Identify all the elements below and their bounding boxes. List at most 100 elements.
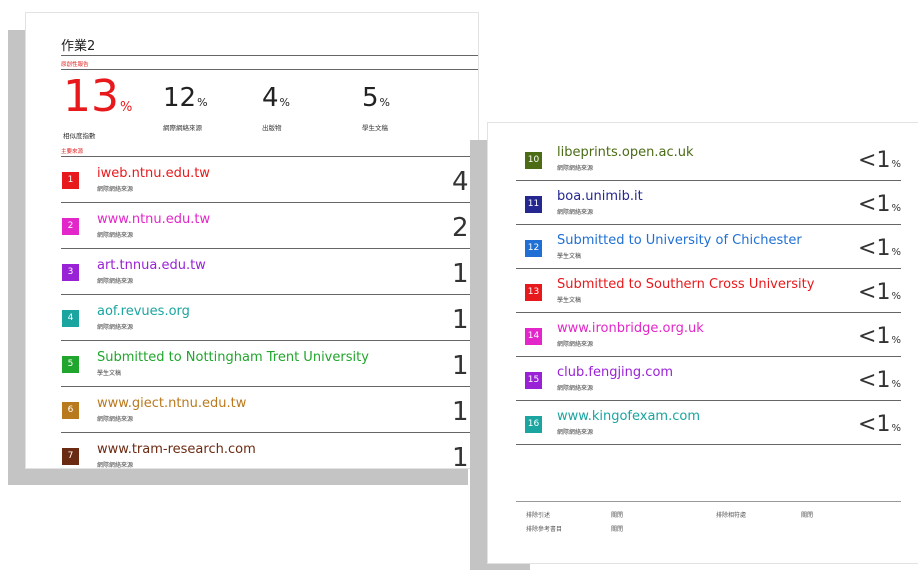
source-percentage-unit: % xyxy=(891,159,901,170)
source-number-badge: 3 xyxy=(62,264,79,281)
source-percentage-unit: % xyxy=(891,291,901,302)
internet-sources-stat: 12% 網際網絡來源 xyxy=(163,83,208,132)
internet-sources-value: 12 xyxy=(163,83,197,113)
student-papers-value: 5 xyxy=(362,83,379,113)
source-row: 4 aof.revues.org 網際網絡來源 1% xyxy=(61,295,478,341)
source-type: 網際網絡來源 xyxy=(97,232,134,239)
source-percentage-value: <1 xyxy=(858,192,891,217)
source-number-badge: 11 xyxy=(525,196,542,213)
source-number-badge: 10 xyxy=(525,152,542,169)
student-papers-label: 學生文稿 xyxy=(362,124,388,132)
source-number-badge: 2 xyxy=(62,218,79,235)
source-type: 網際網絡來源 xyxy=(97,186,134,193)
publications-label: 出版物 xyxy=(262,124,282,132)
exclude-bibliography-value: 關閉 xyxy=(611,526,624,533)
source-percentage-unit: % xyxy=(891,247,901,258)
source-type: 網際網絡來源 xyxy=(557,341,594,348)
source-type: 網際網絡來源 xyxy=(97,324,134,331)
source-link[interactable]: www.giect.ntnu.edu.tw xyxy=(97,396,246,411)
source-link[interactable]: libeprints.open.ac.uk xyxy=(557,145,694,160)
source-percentage-value: <1 xyxy=(858,280,891,305)
source-link[interactable]: Submitted to Southern Cross University xyxy=(557,277,814,292)
source-percentage-value: 4 xyxy=(451,167,469,197)
source-number-badge: 6 xyxy=(62,402,79,419)
source-type: 學生文稿 xyxy=(557,297,582,304)
source-link[interactable]: www.tram-research.com xyxy=(97,442,256,457)
similarity-index-label: 相似度指數 xyxy=(63,132,96,140)
title-rule xyxy=(61,55,478,56)
source-link[interactable]: www.kingofexam.com xyxy=(557,409,700,424)
student-papers-stat: 5% 學生文稿 xyxy=(362,83,390,132)
source-percentage: <1% xyxy=(858,235,901,267)
source-percentage-value: 1 xyxy=(451,397,469,427)
source-number-badge: 13 xyxy=(525,284,542,301)
source-percentage-value: 1 xyxy=(451,443,469,469)
report-page-1: 作業2 原創性報告 13% 相似度指數 12% 網際網絡來源 4% 出版物 5%… xyxy=(25,12,479,469)
source-number-badge: 12 xyxy=(525,240,542,257)
source-number-badge: 7 xyxy=(62,448,79,465)
document-title: 作業2 xyxy=(61,39,96,54)
source-percentage-value: <1 xyxy=(858,368,891,393)
source-link[interactable]: www.ntnu.edu.tw xyxy=(97,212,210,227)
source-type: 網際網絡來源 xyxy=(97,462,134,469)
internet-sources-unit: % xyxy=(197,96,208,109)
source-number-badge: 15 xyxy=(525,372,542,389)
source-row: 2 www.ntnu.edu.tw 網際網絡來源 2% xyxy=(61,203,478,249)
source-row: 12 Submitted to University of Chichester… xyxy=(516,225,901,269)
source-type: 網際網絡來源 xyxy=(557,209,594,216)
source-row: 6 www.giect.ntnu.edu.tw 網際網絡來源 1% xyxy=(61,387,478,433)
source-percentage-value: 1 xyxy=(451,259,469,289)
internet-sources-label: 網際網絡來源 xyxy=(163,124,202,132)
exclude-quotes-label: 排除引述 xyxy=(526,512,551,519)
source-percentage: <1% xyxy=(858,279,901,311)
source-percentage-unit: % xyxy=(891,423,901,434)
source-type: 網際網絡來源 xyxy=(557,429,594,436)
source-percentage: <1% xyxy=(858,191,901,223)
source-row: 10 libeprints.open.ac.uk 網際網絡來源 <1% xyxy=(516,137,901,181)
source-link[interactable]: club.fengjing.com xyxy=(557,365,673,380)
source-percentage-value: <1 xyxy=(858,236,891,261)
source-percentage-value: 1 xyxy=(451,351,469,381)
source-link[interactable]: art.tnnua.edu.tw xyxy=(97,258,206,273)
similarity-index-unit: % xyxy=(120,100,133,115)
source-type: 網際網絡來源 xyxy=(97,416,134,423)
primary-sources-label: 主要來源 xyxy=(61,149,84,155)
source-percentage-value: 2 xyxy=(451,213,469,243)
publications-unit: % xyxy=(279,96,290,109)
source-percentage: <1% xyxy=(858,323,901,355)
source-row: 3 art.tnnua.edu.tw 網際網絡來源 1% xyxy=(61,249,478,295)
source-percentage-value: <1 xyxy=(858,148,891,173)
source-link[interactable]: Submitted to Nottingham Trent University xyxy=(97,350,369,365)
source-percentage-value: <1 xyxy=(858,412,891,437)
source-row: 16 www.kingofexam.com 網際網絡來源 <1% xyxy=(516,401,901,445)
source-percentage: <1% xyxy=(858,411,901,443)
source-row: 1 iweb.ntnu.edu.tw 網際網絡來源 4% xyxy=(61,157,478,203)
source-link[interactable]: www.ironbridge.org.uk xyxy=(557,321,704,336)
source-type: 學生文稿 xyxy=(97,370,122,377)
student-papers-unit: % xyxy=(379,96,390,109)
source-number-badge: 14 xyxy=(525,328,542,345)
source-link[interactable]: aof.revues.org xyxy=(97,304,190,319)
publications-value: 4 xyxy=(262,83,279,113)
source-percentage-value: 1 xyxy=(451,305,469,335)
source-type: 網際網絡來源 xyxy=(97,278,134,285)
source-row: 5 Submitted to Nottingham Trent Universi… xyxy=(61,341,478,387)
exclude-bibliography-label: 排除參考書目 xyxy=(526,526,563,533)
source-percentage-unit: % xyxy=(891,203,901,214)
originality-report-label: 原創性報告 xyxy=(61,62,89,68)
source-link[interactable]: iweb.ntnu.edu.tw xyxy=(97,166,210,181)
exclude-quotes-value: 關閉 xyxy=(611,512,624,519)
publications-stat: 4% 出版物 xyxy=(262,83,290,132)
exclude-matches-label: 排除相符處 xyxy=(716,512,747,519)
source-type: 學生文稿 xyxy=(557,253,582,260)
source-row: 14 www.ironbridge.org.uk 網際網絡來源 <1% xyxy=(516,313,901,357)
source-type: 網際網絡來源 xyxy=(557,165,594,172)
footer-rule xyxy=(516,501,901,502)
source-link[interactable]: Submitted to University of Chichester xyxy=(557,233,802,248)
source-row: 13 Submitted to Southern Cross Universit… xyxy=(516,269,901,313)
similarity-index-stat: 13% 相似度指數 xyxy=(63,75,133,141)
report-page-2: 10 libeprints.open.ac.uk 網際網絡來源 <1% 11 b… xyxy=(487,122,918,564)
source-number-badge: 4 xyxy=(62,310,79,327)
source-link[interactable]: boa.unimib.it xyxy=(557,189,643,204)
source-type: 網際網絡來源 xyxy=(557,385,594,392)
